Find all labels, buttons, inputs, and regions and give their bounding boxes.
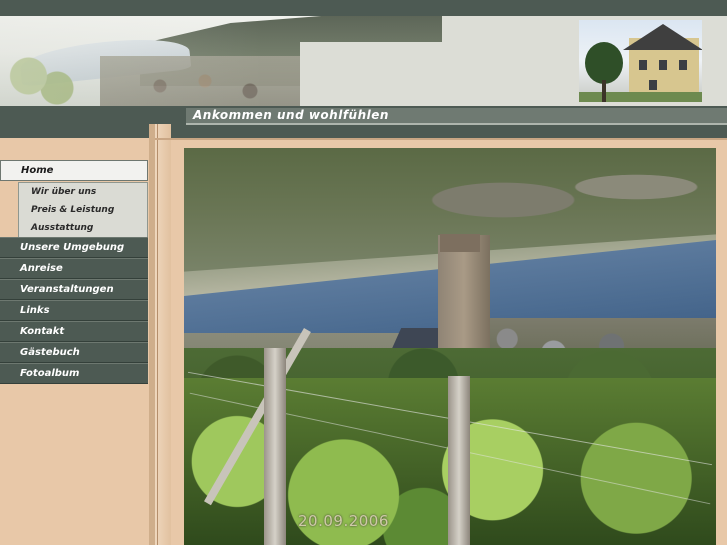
photo-date-stamp: 20.09.2006: [298, 512, 389, 530]
nav-item-label: Gästebuch: [20, 347, 80, 358]
site-tagline: Ankommen und wohlfühlen: [193, 108, 389, 122]
nav-item-label: Unsere Umgebung: [20, 242, 125, 253]
main-photo: 20.09.2006: [184, 148, 716, 545]
photo-tower-top: [440, 234, 480, 252]
house-roof: [623, 24, 702, 50]
house-lawn: [579, 92, 702, 102]
nav-item-unsere-umgebung[interactable]: Unsere Umgebung: [0, 237, 148, 258]
subnav-item-ausstattung[interactable]: Ausstattung: [31, 223, 93, 233]
nav-item-label: Veranstaltungen: [20, 284, 114, 295]
nav-item-veranstaltungen[interactable]: Veranstaltungen: [0, 279, 148, 300]
house-tree-trunk: [602, 80, 606, 102]
title-strip-highlight: [186, 123, 727, 125]
subnav-item-preis-leistung[interactable]: Preis & Leistung: [31, 205, 114, 215]
house-window: [649, 80, 657, 90]
house-window: [679, 60, 687, 70]
house-photo: [579, 20, 702, 102]
nav-item-fotoalbum[interactable]: Fotoalbum: [0, 363, 148, 384]
nav-item-label: Fotoalbum: [20, 368, 80, 379]
subnav: Wir über uns Preis & Leistung Ausstattun…: [18, 182, 148, 238]
house-tree: [585, 42, 623, 84]
header-banner-image: [0, 16, 442, 106]
house-window: [659, 60, 667, 70]
decorative-stripe-line: [157, 124, 158, 545]
photo-vine-post: [264, 348, 286, 545]
house-window: [639, 60, 647, 70]
top-bar: [0, 0, 727, 16]
nav-item-label: Kontakt: [20, 326, 65, 337]
title-bar: Ankommen und wohlfühlen: [0, 106, 727, 138]
nav-item-label: Home: [21, 165, 54, 176]
nav-item-links[interactable]: Links: [0, 300, 148, 321]
banner-cutout: [300, 42, 442, 106]
nav-item-home[interactable]: Home: [0, 160, 148, 181]
subnav-item-wir-ueber-uns[interactable]: Wir über uns: [31, 187, 96, 197]
photo-vine-post: [448, 376, 470, 545]
nav-item-kontakt[interactable]: Kontakt: [0, 321, 148, 342]
nav-item-label: Links: [20, 305, 50, 316]
decorative-divider: [155, 138, 727, 140]
nav-item-label: Anreise: [20, 263, 63, 274]
nav-item-anreise[interactable]: Anreise: [0, 258, 148, 279]
nav-item-gaestebuch[interactable]: Gästebuch: [0, 342, 148, 363]
